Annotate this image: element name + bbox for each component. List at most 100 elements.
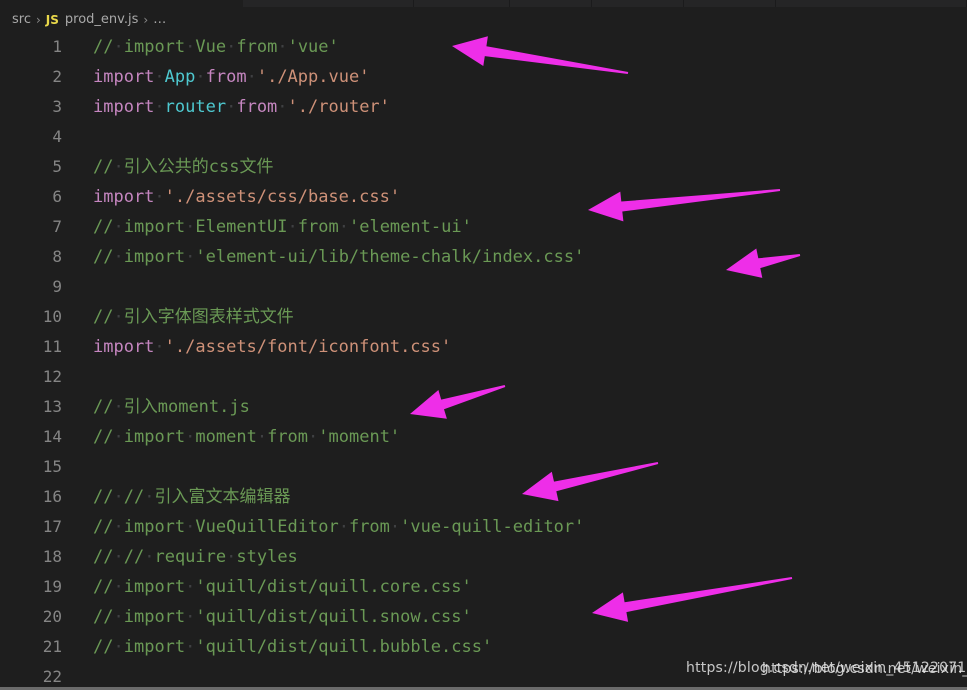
code-line-content[interactable]: import·router·from·'./router' (62, 92, 390, 122)
code-line[interactable]: 16 //·//·引入富文本编辑器 (0, 482, 967, 512)
breadcrumb: src › JS prod_env.js › … (0, 7, 967, 32)
whitespace-dot: · (185, 517, 196, 537)
token-ws: · (195, 67, 206, 87)
whitespace-dot: · (389, 517, 401, 537)
token-comment: //· (93, 37, 124, 57)
whitespace-dot: · (287, 217, 298, 237)
code-line-content[interactable]: //·引入moment.js (62, 392, 250, 422)
breadcrumb-item-src[interactable]: src (12, 12, 31, 27)
whitespace-dot: · (113, 607, 124, 627)
code-line[interactable]: 8 //·import·'element-ui/lib/theme-chalk/i… (0, 242, 967, 272)
code-line-content[interactable]: import·'./assets/css/base.css' (62, 182, 400, 212)
line-number: 13 (42, 397, 62, 416)
code-line-content[interactable]: import·'./assets/font/iconfont.css' (62, 332, 451, 362)
editor-tab-6[interactable] (684, 0, 776, 7)
token-ws: · (246, 67, 257, 87)
line-number: 11 (42, 337, 62, 356)
whitespace-dot: · (113, 157, 124, 177)
csdn-watermark-secondary: https://blog.csdn.net/weixin_45122071 (762, 661, 967, 677)
token-ws: · (154, 97, 165, 117)
whitespace-dot: · (113, 517, 124, 537)
code-line[interactable]: 1//·import·Vue·from·'vue' (0, 32, 967, 62)
token-keyword: import (93, 337, 155, 357)
token-ws: · (154, 337, 165, 357)
line-number: 19 (42, 577, 62, 596)
breadcrumb-item-symbols[interactable]: … (153, 12, 166, 27)
whitespace-dot: · (113, 217, 124, 237)
code-line[interactable]: 4 (0, 122, 967, 152)
whitespace-dot: · (185, 247, 196, 267)
code-line[interactable]: 11 import·'./assets/font/iconfont.css' (0, 332, 967, 362)
token-ident: App (164, 67, 196, 87)
code-line[interactable]: 21 //·import·'quill/dist/quill.bubble.css… (0, 632, 967, 662)
whitespace-dot: · (185, 37, 196, 57)
line-number: 10 (42, 307, 62, 326)
token-comment: //·//·require·styles (93, 547, 298, 567)
code-line-content[interactable]: //·import·moment·from·'moment' (62, 422, 400, 452)
code-line[interactable]: 20 //·import·'quill/dist/quill.snow.css' (0, 602, 967, 632)
whitespace-dot: · (113, 637, 124, 657)
code-line-content[interactable]: //·import·'quill/dist/quill.core.css' (62, 572, 472, 602)
line-number: 22 (42, 667, 62, 686)
whitespace-dot: · (185, 217, 196, 237)
whitespace-dot: · (185, 577, 196, 597)
code-line[interactable]: 12 (0, 362, 967, 392)
line-number: 2 (52, 67, 62, 86)
code-line-content[interactable]: //·//·引入富文本编辑器 (62, 482, 290, 512)
token-ws: · (277, 97, 288, 117)
code-line[interactable]: 9 (0, 272, 967, 302)
whitespace-dot: · (338, 517, 349, 537)
token-comment: //·import·'quill/dist/quill.snow.css' (93, 607, 472, 627)
code-line[interactable]: 19 //·import·'quill/dist/quill.core.css' (0, 572, 967, 602)
code-line[interactable]: 18 //·//·require·styles (0, 542, 967, 572)
breadcrumb-item-file[interactable]: prod_env.js (65, 12, 138, 27)
code-editor[interactable]: 1//·import·Vue·from·'vue' 2 import·App·fro… (0, 32, 967, 687)
code-line[interactable]: 17 //·import·VueQuillEditor·from·'vue-qui… (0, 512, 967, 542)
code-line[interactable]: 14 //·import·moment·from·'moment' (0, 422, 967, 452)
line-number: 18 (42, 547, 62, 566)
code-line-content[interactable]: //·import·'element-ui/lib/theme-chalk/in… (62, 242, 584, 272)
line-number: 5 (52, 157, 62, 176)
code-line-content[interactable]: //·import·ElementUI·from·'element-ui' (62, 212, 472, 242)
editor-tab-5[interactable] (592, 0, 684, 7)
whitespace-dot: · (113, 397, 124, 417)
token-comment: //·import·ElementUI·from·'element-ui' (93, 217, 472, 237)
whitespace-dot: · (226, 37, 237, 57)
whitespace-dot: · (144, 487, 155, 507)
code-line[interactable]: 13 //·引入moment.js (0, 392, 967, 422)
code-line-content[interactable]: //·import·VueQuillEditor·from·'vue-quill… (62, 512, 584, 542)
code-line[interactable]: 3 import·router·from·'./router' (0, 92, 967, 122)
code-line-content[interactable]: //·引入字体图表样式文件 (62, 302, 294, 332)
token-comment: //·import·'quill/dist/quill.bubble.css' (93, 637, 493, 657)
whitespace-dot: · (256, 427, 268, 447)
token-comment: //·引入公共的css文件 (93, 157, 274, 177)
code-line[interactable]: 15 (0, 452, 967, 482)
code-line-content[interactable]: //·import·'quill/dist/quill.bubble.css' (62, 632, 492, 662)
line-number: 17 (42, 517, 62, 536)
code-line[interactable]: 6 import·'./assets/css/base.css' (0, 182, 967, 212)
code-line[interactable]: 7 //·import·ElementUI·from·'element-ui' (0, 212, 967, 242)
code-line-content[interactable]: //·//·require·styles (62, 542, 298, 572)
token-ident: router (164, 97, 227, 117)
whitespace-dot: · (185, 637, 196, 657)
editor-tab-3[interactable] (414, 0, 510, 7)
code-line[interactable]: 5 //·引入公共的css文件 (0, 152, 967, 182)
token-keyword: import (93, 97, 155, 117)
line-number: 20 (42, 607, 62, 626)
whitespace-dot: · (113, 577, 124, 597)
code-line-content[interactable]: import·App·from·'./App.vue' (62, 62, 369, 92)
editor-tab-1[interactable] (0, 0, 244, 7)
whitespace-dot: · (144, 547, 155, 567)
whitespace-dot: · (185, 427, 196, 447)
code-line-content[interactable]: //·引入公共的css文件 (62, 152, 273, 182)
editor-tab-7[interactable] (776, 0, 967, 7)
code-line[interactable]: 10 //·引入字体图表样式文件 (0, 302, 967, 332)
code-line-content[interactable]: //·import·Vue·from·'vue' (62, 32, 339, 62)
editor-tab-2[interactable] (244, 0, 414, 7)
token-keyword: import (93, 187, 155, 207)
editor-tab-4[interactable] (510, 0, 592, 7)
code-line[interactable]: 2 import·App·from·'./App.vue' (0, 62, 967, 92)
code-line-content[interactable]: //·import·'quill/dist/quill.snow.css' (62, 602, 472, 632)
token-comment: //·引入moment.js (93, 397, 250, 417)
line-number: 8 (52, 247, 62, 266)
